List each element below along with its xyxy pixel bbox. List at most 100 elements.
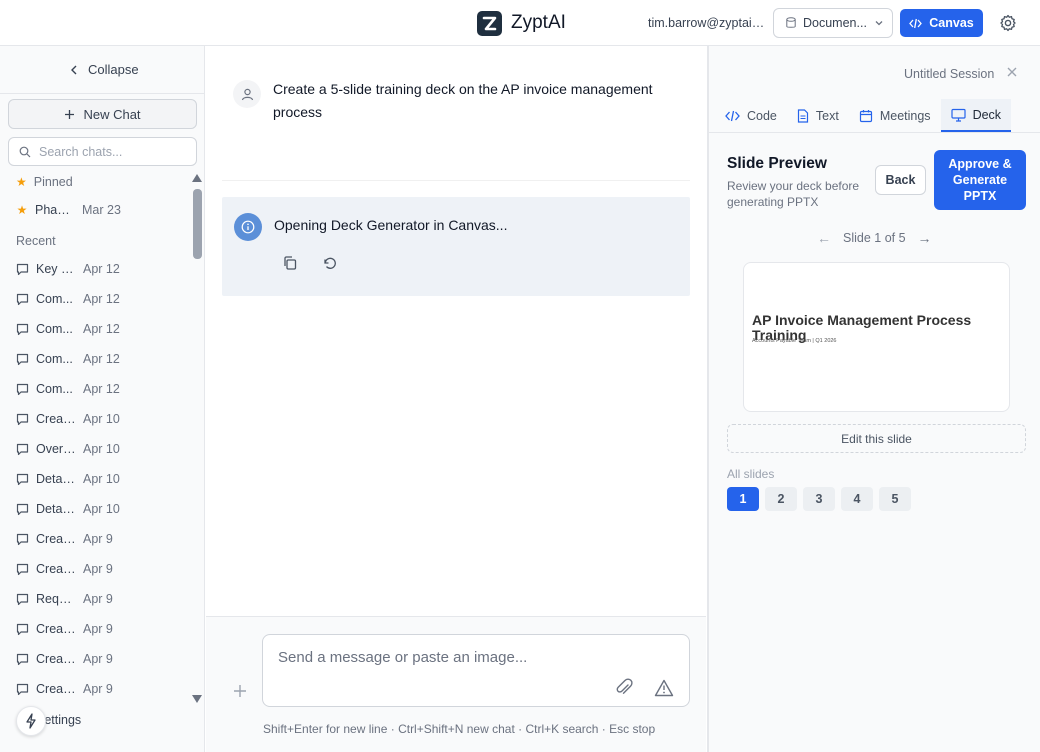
search-box[interactable]: [8, 137, 197, 166]
pinned-section-label: ★ Pinned: [16, 175, 73, 189]
recent-chat-item[interactable]: Detail... Apr 10: [16, 468, 120, 490]
chat-item-name: Creatin...: [36, 532, 76, 546]
scrollbar-thumb[interactable]: [193, 189, 202, 259]
chat-bubble-icon: [16, 623, 29, 635]
database-icon: [786, 17, 796, 28]
chat-bubble-icon: [16, 503, 29, 515]
chat-item-name: Reque...: [36, 592, 76, 606]
session-title: Untitled Session: [904, 67, 995, 81]
chat-item-name: Overv...: [36, 442, 76, 456]
close-icon[interactable]: [1005, 65, 1019, 79]
canvas-button-label: Canvas: [929, 16, 974, 30]
slide-thumb[interactable]: 5: [879, 487, 911, 511]
chat-item-date: Apr 10: [83, 472, 120, 486]
code-icon: [725, 110, 740, 121]
lightning-bolt-icon[interactable]: [16, 706, 46, 736]
slide-thumbnails: 1 2 3 4 5: [727, 487, 911, 511]
message-composer[interactable]: [262, 634, 690, 707]
message-input[interactable]: [278, 649, 598, 673]
slide-preview-card[interactable]: AP Invoice Management Process Training A…: [743, 262, 1010, 412]
user-email[interactable]: tim.barrow@zyptai.c...: [648, 16, 766, 30]
retry-icon[interactable]: [322, 255, 338, 271]
new-chat-label: New Chat: [83, 106, 141, 122]
slide-thumb[interactable]: 1: [727, 487, 759, 511]
slide-thumb[interactable]: 3: [803, 487, 835, 511]
search-icon: [19, 146, 31, 157]
recent-chat-item[interactable]: Com... Apr 12: [16, 288, 120, 310]
plus-icon: [65, 109, 75, 119]
pinned-chat-item[interactable]: ★ Phase... Mar 23: [16, 199, 121, 221]
recent-chat-item[interactable]: Com... Apr 12: [16, 318, 120, 340]
chat-item-date: Apr 10: [83, 442, 120, 456]
previous-slide-arrow-icon[interactable]: ←: [817, 230, 831, 246]
star-icon: ★: [16, 203, 28, 217]
chat-item-name: Creatin...: [36, 562, 76, 576]
paperclip-icon[interactable]: [613, 677, 635, 699]
chat-bubble-icon: [16, 683, 29, 695]
chat-item-date: Mar 23: [82, 203, 121, 217]
recent-chat-item[interactable]: Creatin... Apr 9: [16, 648, 113, 670]
next-slide-arrow-icon[interactable]: →: [918, 230, 932, 246]
canvas-button[interactable]: Canvas: [900, 9, 983, 37]
chat-item-name: Creatin...: [36, 682, 76, 696]
chat-item-name: Creati...: [36, 412, 76, 426]
slide-subtitle: Accounts Payable Team | Q1 2026: [752, 338, 837, 344]
chat-item-date: Apr 12: [83, 262, 120, 276]
copy-icon[interactable]: [282, 255, 298, 271]
scroll-up-arrow[interactable]: [192, 174, 202, 182]
gear-icon[interactable]: [999, 14, 1017, 32]
recent-chat-item[interactable]: Creatin... Apr 9: [16, 558, 113, 580]
tab-meetings[interactable]: Meetings: [849, 99, 941, 132]
star-icon: ★: [16, 175, 27, 189]
recent-chat-item[interactable]: Com... Apr 12: [16, 348, 120, 370]
document-icon: [797, 108, 808, 123]
chat-item-name: Detail...: [36, 472, 76, 486]
chat-item-name: Phase...: [35, 203, 75, 217]
slide-navigator: ← Slide 1 of 5 →: [817, 230, 932, 246]
chat-item-date: Apr 12: [83, 322, 120, 336]
chat-item-date: Apr 10: [83, 502, 120, 516]
recent-chat-item[interactable]: Creati... Apr 10: [16, 408, 120, 430]
document-select[interactable]: Documen...: [773, 8, 893, 38]
chat-item-name: Com...: [36, 322, 73, 336]
info-icon: [234, 213, 262, 241]
recent-section-label: Recent: [16, 234, 56, 248]
tab-label: Code: [747, 108, 777, 123]
assistant-message-text: Opening Deck Generator in Canvas...: [274, 217, 508, 233]
recent-chat-item[interactable]: Key S... Apr 12: [16, 258, 120, 280]
tab-code[interactable]: Code: [715, 99, 787, 132]
warning-triangle-icon[interactable]: [654, 679, 674, 697]
divider: [222, 180, 690, 181]
chat-item-date: Apr 9: [83, 562, 113, 576]
approve-generate-button[interactable]: Approve & Generate PPTX: [934, 150, 1026, 210]
search-input[interactable]: [39, 144, 179, 159]
slide-thumb[interactable]: 4: [841, 487, 873, 511]
collapse-button[interactable]: Collapse: [70, 62, 139, 77]
chat-item-name: Creatin...: [36, 652, 76, 666]
slide-thumb[interactable]: 2: [765, 487, 797, 511]
chevron-down-icon: [875, 21, 883, 26]
recent-chat-item[interactable]: Reque... Apr 9: [16, 588, 113, 610]
recent-chat-item[interactable]: Creatin... Apr 9: [16, 678, 113, 700]
chat-bubble-icon: [16, 473, 29, 485]
chat-bubble-icon: [16, 323, 29, 335]
recent-chat-item[interactable]: Creatin... Apr 9: [16, 618, 113, 640]
back-button[interactable]: Back: [875, 165, 926, 195]
chat-item-date: Apr 12: [83, 352, 120, 366]
recent-chat-item[interactable]: Detail... Apr 10: [16, 498, 120, 520]
chat-item-name: Key S...: [36, 262, 76, 276]
keyboard-hint: Shift+Enter for new line · Ctrl+Shift+N …: [263, 722, 656, 736]
chat-item-date: Apr 9: [83, 532, 113, 546]
assistant-message: Opening Deck Generator in Canvas...: [222, 197, 690, 296]
chevron-left-icon: [71, 65, 77, 74]
scroll-down-arrow[interactable]: [192, 695, 202, 703]
recent-chat-item[interactable]: Com... Apr 12: [16, 378, 120, 400]
new-chat-button[interactable]: New Chat: [8, 99, 197, 129]
recent-chat-item[interactable]: Creatin... Apr 9: [16, 528, 113, 550]
tab-text[interactable]: Text: [787, 99, 849, 132]
tab-deck[interactable]: Deck: [940, 99, 1012, 132]
recent-chat-item[interactable]: Overv... Apr 10: [16, 438, 120, 460]
plus-icon[interactable]: [232, 683, 248, 699]
chat-item-date: Apr 9: [83, 592, 113, 606]
edit-slide-button[interactable]: Edit this slide: [727, 424, 1026, 453]
